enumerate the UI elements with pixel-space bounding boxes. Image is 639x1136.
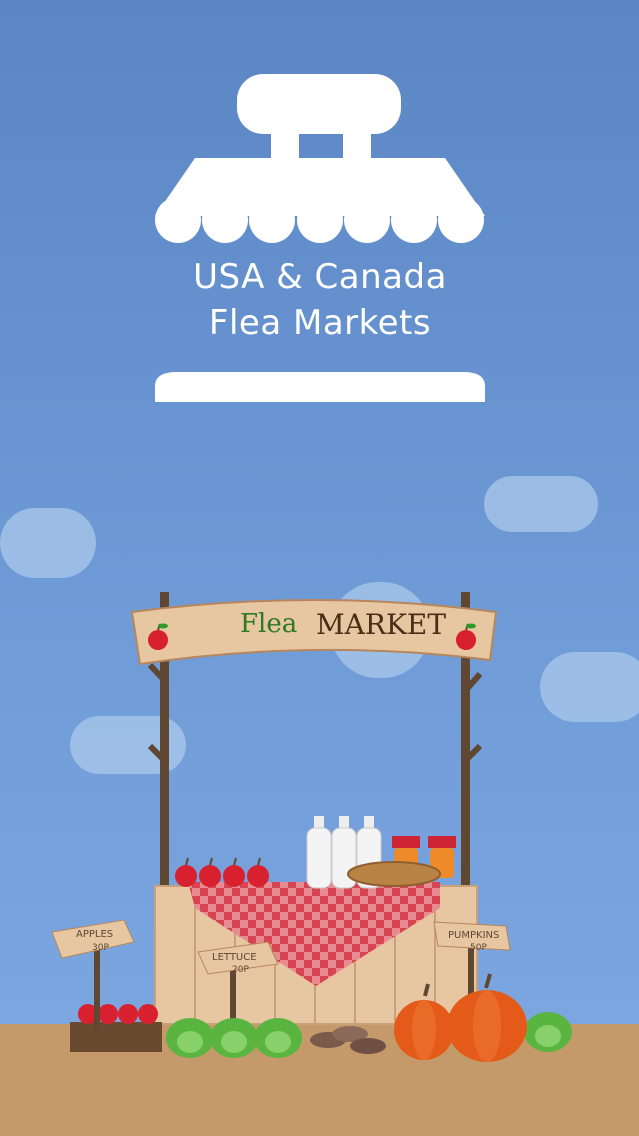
cabbage-icon xyxy=(210,1018,258,1058)
apple-icon xyxy=(98,1004,118,1024)
cabbage-icon xyxy=(524,1012,572,1052)
cloud xyxy=(484,476,598,532)
tag-apples-label: APPLES xyxy=(76,929,113,940)
market-stall-icon xyxy=(155,74,485,402)
market-sign: Flea MARKET xyxy=(130,599,498,666)
sign-market: MARKET xyxy=(316,608,446,641)
apple-icon xyxy=(247,857,269,887)
market-stall-illustration: Flea MARKET APPLES 30P LETTUCE 20P PUMPK… xyxy=(51,592,572,1062)
sign-flea: Flea xyxy=(240,609,297,639)
potatoes xyxy=(310,1026,386,1054)
tag-lettuce-label: LETTUCE xyxy=(212,952,257,963)
cabbage-icon xyxy=(254,1018,302,1058)
apple-icon xyxy=(175,857,197,887)
app-title-line2: Flea Markets xyxy=(208,303,432,343)
apple-icon xyxy=(199,857,221,887)
milk-bottle-icon xyxy=(306,816,332,889)
tag-apples-price: 30P xyxy=(92,943,109,953)
tag-lettuce-price: 20P xyxy=(232,965,249,975)
app-logo: USA & Canada Flea Markets xyxy=(155,74,485,404)
apple-icon xyxy=(138,1004,158,1024)
app-title: USA & Canada Flea Markets xyxy=(155,254,485,346)
tag-pumpkins-price: 50P xyxy=(470,943,487,953)
apple-icon xyxy=(118,1004,138,1024)
cabbage-icon xyxy=(166,1018,214,1058)
bread-icon xyxy=(347,861,441,887)
splash-screen: USA & Canada Flea Markets Flea MARKET AP… xyxy=(0,0,639,1136)
tag-pumpkins-label: PUMPKINS xyxy=(448,930,499,941)
app-title-line1: USA & Canada xyxy=(193,257,447,297)
apple-crate xyxy=(70,1004,162,1052)
apple-icon xyxy=(223,857,245,887)
